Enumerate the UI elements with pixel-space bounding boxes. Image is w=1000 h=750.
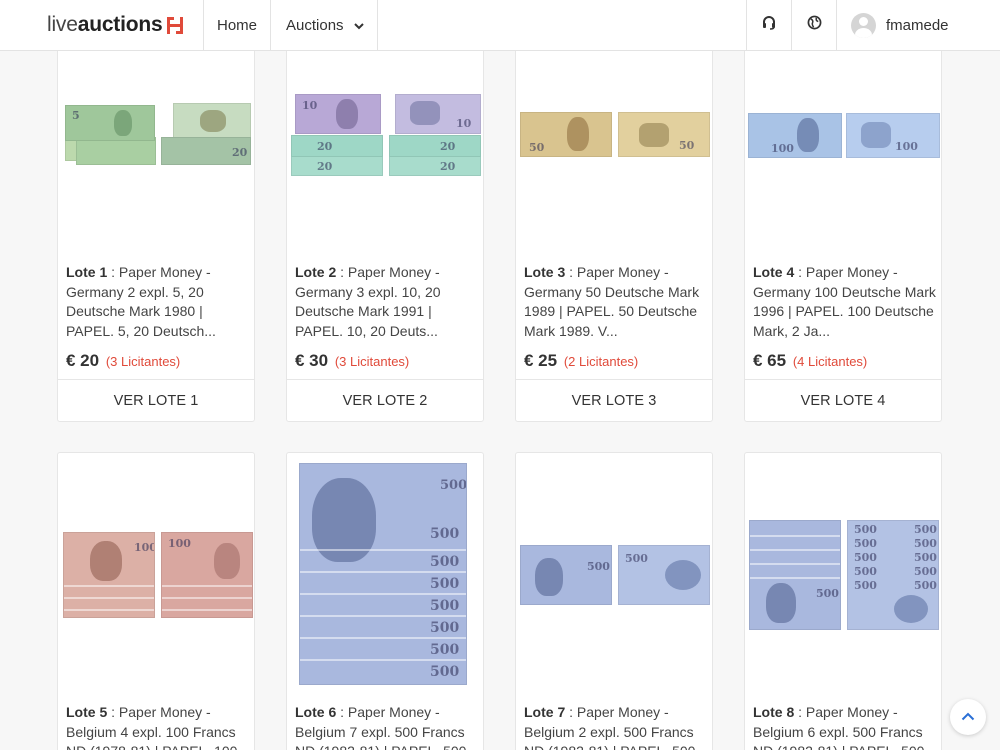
view-lot-button[interactable]: VER LOTE 1 (58, 379, 254, 422)
chevron-up-icon (961, 708, 975, 726)
site-logo[interactable]: live auctions (0, 0, 204, 50)
view-lot-button[interactable]: VER LOTE 2 (287, 379, 483, 422)
scroll-to-top-button[interactable] (950, 699, 986, 735)
lot-image-1[interactable]: 5 20 (58, 41, 254, 216)
lot-title[interactable]: Lote 7 : Paper Money - Belgium 2 expl. 5… (524, 703, 708, 750)
banknote-image: 100 (748, 113, 842, 158)
banknote-image: 20 (389, 135, 481, 157)
lot-title[interactable]: Lote 6 : Paper Money - Belgium 7 expl. 5… (295, 703, 479, 750)
logo-mark-icon (167, 16, 184, 35)
banknote-image: 5 (65, 105, 155, 141)
bidders-count: (4 Licitantes) (792, 354, 868, 369)
bidders-count: (2 Licitantes) (563, 354, 639, 369)
globe-icon (807, 15, 822, 35)
banknote-image: 20 (161, 137, 251, 165)
banknote-image (173, 103, 251, 139)
nav-auctions-dropdown[interactable]: Auctions (271, 0, 378, 50)
nav-auctions-label: Auctions (286, 16, 344, 34)
logo-text-live: live (47, 13, 78, 36)
banknote-image: 10 (295, 94, 381, 134)
bidders-count: (3 Licitantes) (334, 354, 410, 369)
lot-title[interactable]: Lote 3 : Paper Money - Germany 50 Deutsc… (524, 263, 708, 341)
lot-card-2: 20 20 10 20 20 10 Lote 2 : Paper Money -… (286, 40, 484, 422)
language-button[interactable] (792, 0, 837, 50)
top-navbar: live auctions Home Auctions fmamede (0, 0, 1000, 51)
lot-card-5: 100 100 Lote 5 : Paper Money - Belgium 4… (57, 452, 255, 750)
banknote-image: 20 (389, 156, 481, 176)
lot-image-8[interactable]: 500 500 500 500 500 500 500 500 500 500 500 (745, 453, 941, 698)
lot-title[interactable]: Lote 8 : Paper Money - Belgium 6 expl. 5… (753, 703, 937, 750)
lot-image-7[interactable]: 500 500 (516, 453, 712, 698)
view-lot-button[interactable]: VER LOTE 3 (516, 379, 712, 422)
banknote-image: 50 (618, 112, 710, 157)
lot-image-2[interactable]: 20 20 10 20 20 10 (287, 41, 483, 216)
banknote-image: 500 (749, 520, 841, 630)
user-menu[interactable]: fmamede (837, 0, 1000, 50)
lot-price: € 30 (3 Licitantes) (295, 351, 410, 370)
lot-title[interactable]: Lote 2 : Paper Money - Germany 3 expl. 1… (295, 263, 479, 341)
lot-title[interactable]: Lote 5 : Paper Money - Belgium 4 expl. 1… (66, 703, 250, 750)
lot-price: € 65 (4 Licitantes) (753, 351, 868, 370)
lot-card-4: 100 100 Lote 4 : Paper Money - Germany 1… (744, 40, 942, 422)
lot-card-3: 50 50 Lote 3 : Paper Money - Germany 50 … (515, 40, 713, 422)
banknote-image: 20 (291, 135, 383, 157)
headset-icon (761, 15, 777, 36)
lot-image-3[interactable]: 50 50 (516, 41, 712, 216)
lot-title[interactable]: Lote 1 : Paper Money - Germany 2 expl. 5… (66, 263, 250, 341)
banknote-image: 100 (846, 113, 940, 158)
banknote-image (76, 137, 156, 165)
banknote-image: 50 (520, 112, 612, 157)
lot-image-5[interactable]: 100 100 (58, 453, 254, 698)
banknote-image: 500 (520, 545, 612, 605)
lot-price: € 20 (3 Licitantes) (66, 351, 181, 370)
banknote-image: 500 500 500 500 500 500 500 500 500 500 (847, 520, 939, 630)
support-button[interactable] (747, 0, 792, 50)
lot-card-7: 500 500 Lote 7 : Paper Money - Belgium 2… (515, 452, 713, 750)
lot-card-1: 5 20 Lote 1 : Paper Money - Germany 2 ex… (57, 40, 255, 422)
lot-title[interactable]: Lote 4 : Paper Money - Germany 100 Deuts… (753, 263, 937, 341)
username-label: fmamede (886, 16, 949, 34)
banknote-image: 500 (618, 545, 710, 605)
banknote-image: 100 (63, 532, 155, 618)
banknote-image: 10 (395, 94, 481, 134)
avatar (851, 12, 876, 38)
banknote-image: 20 (291, 156, 383, 176)
view-lot-button[interactable]: VER LOTE 4 (745, 379, 941, 422)
lot-image-4[interactable]: 100 100 (745, 41, 941, 216)
nav-home-link[interactable]: Home (204, 0, 271, 50)
bidders-count: (3 Licitantes) (105, 354, 181, 369)
banknote-image: 500 500 500 500 500 500 500 500 (299, 463, 467, 685)
logo-text-auctions: auctions (77, 13, 163, 36)
lot-card-8: 500 500 500 500 500 500 500 500 500 500 500 L… (744, 452, 942, 750)
lot-price: € 25 (2 Licitantes) (524, 351, 639, 370)
lot-card-6: 500 500 500 500 500 500 500 500 Lote 6 :… (286, 452, 484, 750)
banknote-image: 100 (161, 532, 253, 618)
chevron-down-icon (353, 17, 364, 34)
lot-image-6[interactable]: 500 500 500 500 500 500 500 500 (287, 453, 483, 698)
